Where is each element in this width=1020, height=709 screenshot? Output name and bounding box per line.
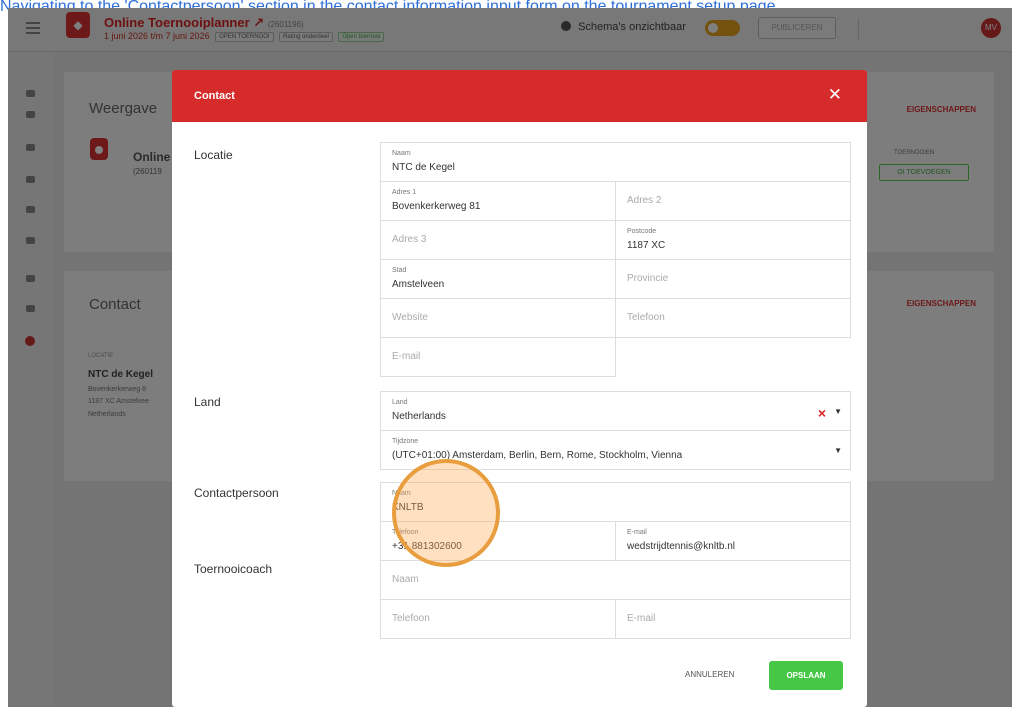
- location-name-field[interactable]: Naam NTC de Kegel: [380, 142, 851, 182]
- coach-phone-field[interactable]: Telefoon: [380, 599, 616, 639]
- address1-label: Adres 1: [392, 189, 417, 196]
- city-label: Stad: [392, 267, 407, 274]
- app-window: ◆ Online Toernooiplanner ↗ (2601196) 1 j…: [8, 8, 1012, 707]
- contact-modal: Contact ✕ Locatie Naam NTC de Kegel Adre…: [172, 70, 867, 707]
- location-name-value[interactable]: NTC de Kegel: [392, 162, 455, 173]
- coach-email-placeholder: E-mail: [627, 613, 656, 624]
- country-select[interactable]: Land Netherlands × ▼: [380, 391, 851, 431]
- address1-field[interactable]: Adres 1 Bovenkerkerweg 81: [380, 181, 616, 221]
- coach-section-title: Toernooicoach: [194, 562, 273, 576]
- screenshot: Navigating to the 'Contactpersoon' secti…: [0, 0, 1020, 709]
- email-field[interactable]: E-mail: [380, 337, 616, 377]
- location-name-label: Naam: [392, 150, 411, 157]
- contact-email-value[interactable]: wedstrijdtennis@knltb.nl: [627, 541, 735, 552]
- postcode-label: Postcode: [627, 228, 657, 235]
- save-button[interactable]: OPSLAAN: [769, 661, 843, 690]
- province-placeholder: Provincie: [627, 273, 669, 284]
- cancel-button[interactable]: ANNULEREN: [685, 670, 734, 679]
- postcode-field[interactable]: Postcode 1187 XC: [615, 220, 851, 260]
- close-icon[interactable]: ✕: [828, 87, 842, 104]
- chevron-down-icon[interactable]: ▼: [834, 446, 842, 455]
- city-field[interactable]: Stad Amstelveen: [380, 259, 616, 299]
- modal-title: Contact: [194, 90, 235, 102]
- website-field[interactable]: Website: [380, 298, 616, 338]
- address3-field[interactable]: Adres 3: [380, 220, 616, 260]
- clear-icon[interactable]: ×: [818, 406, 826, 420]
- chevron-down-icon[interactable]: ▼: [834, 407, 842, 416]
- phone-field[interactable]: Telefoon: [615, 298, 851, 338]
- country-label: Land: [392, 399, 408, 406]
- click-highlight-cursor: [392, 459, 500, 567]
- province-field[interactable]: Provincie: [615, 259, 851, 299]
- city-value[interactable]: Amstelveen: [392, 279, 444, 290]
- coach-email-field[interactable]: E-mail: [615, 599, 851, 639]
- address3-placeholder: Adres 3: [392, 234, 427, 245]
- country-section-title: Land: [194, 395, 221, 409]
- address2-placeholder: Adres 2: [627, 195, 662, 206]
- location-section-title: Locatie: [194, 148, 233, 162]
- contact-email-field[interactable]: E-mail wedstrijdtennis@knltb.nl: [615, 521, 851, 561]
- timezone-label: Tijdzone: [392, 438, 419, 445]
- contact-person-section-title: Contactpersoon: [194, 486, 279, 500]
- coach-phone-placeholder: Telefoon: [392, 613, 430, 624]
- postcode-value[interactable]: 1187 XC: [627, 240, 665, 251]
- website-placeholder: Website: [392, 312, 428, 323]
- modal-header: Contact ✕: [172, 70, 867, 122]
- address1-value[interactable]: Bovenkerkerweg 81: [392, 201, 480, 212]
- address2-field[interactable]: Adres 2: [615, 181, 851, 221]
- country-value[interactable]: Netherlands: [392, 411, 446, 422]
- coach-name-placeholder: Naam: [392, 574, 419, 585]
- contact-email-label: E-mail: [627, 529, 647, 536]
- phone-placeholder: Telefoon: [627, 312, 665, 323]
- email-placeholder: E-mail: [392, 351, 421, 362]
